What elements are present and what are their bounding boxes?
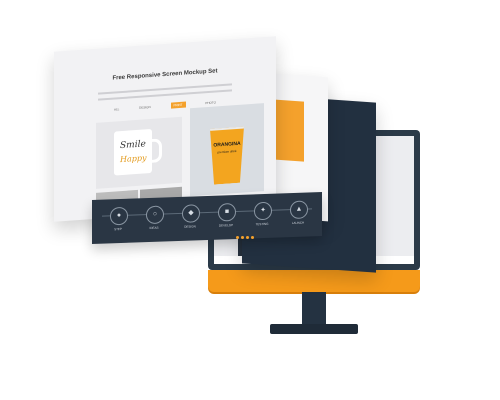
mug-handle [147,138,162,164]
step-label-6: LAUNCH [291,220,305,226]
step-label-2: IDEAS [149,225,159,231]
step-icon-6: ▲ [290,200,308,220]
step-label-5: TESTING [255,221,269,227]
mug-image: Smile Happy [114,128,162,176]
cup-text-line1: ORANGINA [213,140,241,149]
slider-dot[interactable] [236,236,239,239]
timeline-line [102,208,312,217]
cup-text-line2: premium drink [217,149,237,155]
step-label-3: DESIGN [184,224,196,229]
step-icon-1: ● [110,206,128,226]
filter-design[interactable]: DESIGN [139,105,151,110]
mockup-scene: Free Responsive Screen Mockup Set ALL DE… [0,0,500,400]
monitor-chin [208,270,420,292]
filter-all[interactable]: ALL [114,107,119,111]
filter-print[interactable]: PRINT [170,101,186,109]
mug-text-line1: Smile [120,139,146,152]
step-icon-4: ■ [218,202,236,222]
slider-dot[interactable] [246,236,249,239]
monitor-base [270,324,358,334]
step-icon-3: ◆ [182,204,200,223]
timeline-ribbon: ● STEP ○ IDEAS ◆ DESIGN ■ DEVELOP ✦ TEST… [92,191,322,245]
mug-text-line2: Happy [120,153,147,165]
step-icon-2: ○ [146,205,164,225]
cup-image: ORANGINA premium drink [210,126,244,184]
step-icon-5: ✦ [254,201,272,221]
step-label-4: DEVELOP [218,223,234,228]
slider-dot[interactable] [251,236,254,239]
page-title: Free Responsive Screen Mockup Set [112,68,218,82]
filter-photo[interactable]: PHOTO [205,100,216,105]
slider-dots[interactable] [236,236,254,239]
monitor-neck [302,292,326,326]
slider-dot[interactable] [241,236,244,239]
step-label-1: STEP [114,226,122,232]
